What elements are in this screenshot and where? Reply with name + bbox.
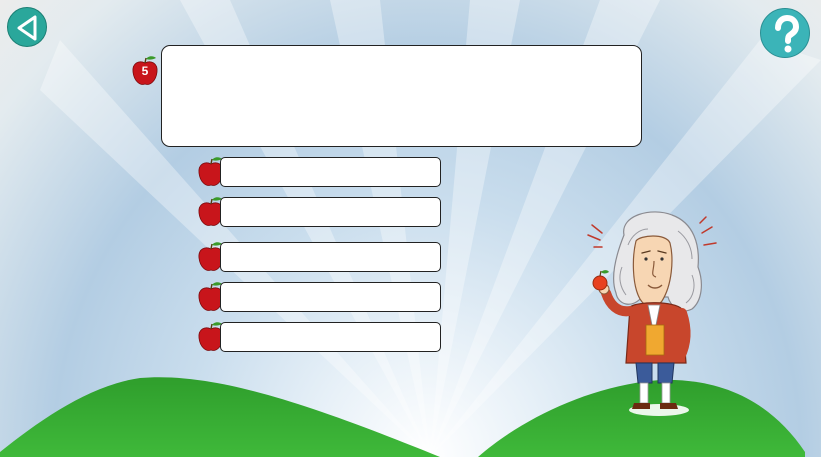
- question-number: 5: [141, 64, 149, 78]
- answer-option-3[interactable]: [220, 242, 441, 272]
- back-arrow-icon: [17, 15, 37, 41]
- answer-option-5[interactable]: [220, 322, 441, 352]
- answer-row-2[interactable]: [196, 196, 442, 228]
- back-button[interactable]: [7, 7, 47, 47]
- answer-row-3[interactable]: [196, 241, 442, 273]
- answer-option-1[interactable]: [220, 157, 441, 187]
- game-stage: 5: [0, 0, 821, 457]
- answer-row-1[interactable]: [196, 156, 442, 188]
- newton-character: [587, 211, 717, 416]
- question-text-box: [161, 45, 642, 147]
- question-mark-icon: [775, 14, 800, 53]
- answer-option-2[interactable]: [220, 197, 441, 227]
- help-button[interactable]: [760, 8, 810, 58]
- left-hill: [0, 377, 440, 457]
- answer-row-4[interactable]: [196, 281, 442, 313]
- answer-row-5[interactable]: [196, 321, 442, 353]
- answer-option-4[interactable]: [220, 282, 441, 312]
